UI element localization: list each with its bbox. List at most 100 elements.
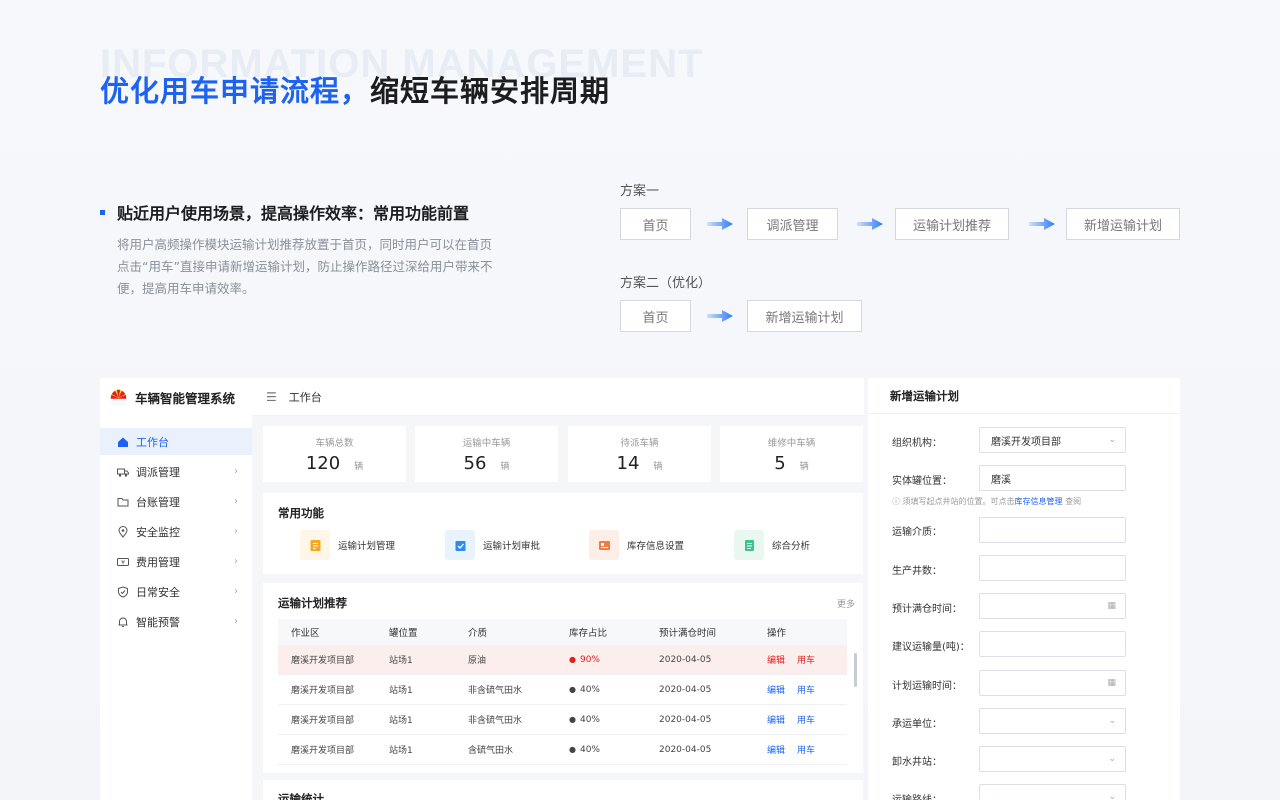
app-logo[interactable]: 车辆智能管理系统 — [100, 378, 252, 416]
edit-link[interactable]: 编辑 — [767, 686, 785, 696]
transport-plan-recommend-card: 运输计划推荐 更多 作业区 罐位置 介质 库存占比 预计满仓时间 操作 磨溪开发… — [263, 583, 863, 773]
stat-label: 待派车辆 — [620, 438, 659, 449]
plan-one-label: 方案一 — [620, 184, 660, 199]
calendar-icon: ▦ — [1107, 601, 1116, 611]
stat-card-repair: 维修中车辆 5 辆 — [720, 426, 863, 482]
plan-two-label: 方案二（优化） — [620, 276, 712, 291]
card-title: 运输计划推荐 — [278, 596, 347, 610]
card-title: 常用功能 — [278, 506, 324, 520]
chevron-down-icon: ⌄ — [1108, 716, 1116, 726]
plan-time-date-picker[interactable]: ▦ — [979, 670, 1126, 696]
column-header: 库存占比 — [569, 628, 608, 639]
org-select[interactable]: 磨溪开发项目部 ⌄ — [979, 427, 1126, 453]
use-vehicle-link[interactable]: 用车 — [797, 686, 815, 696]
field-label: 组织机构： — [892, 438, 942, 449]
sidebar-item-workbench[interactable]: 工作台 — [100, 428, 252, 455]
bell-icon — [118, 617, 128, 627]
flow-step-home: 首页 — [620, 208, 691, 240]
menu-icon[interactable]: ☰ — [266, 390, 277, 404]
cell-time: 2020-04-05 — [659, 744, 712, 755]
bullet-marker — [100, 209, 105, 215]
money-icon: ¥ — [117, 557, 129, 566]
truck-icon — [117, 468, 129, 477]
cell-percent: 40% — [579, 684, 600, 695]
chevron-right-icon: › — [234, 526, 238, 537]
stat-value: 14 — [616, 453, 640, 474]
status-dot-icon: ● — [569, 684, 576, 694]
table-row: 磨溪开发项目部 站场1 非含硫气田水 ● 40% 2020-04-05 编辑 用车 — [278, 705, 847, 735]
full-time-date-picker[interactable]: ▦ — [979, 593, 1126, 619]
cell-percent: 40% — [579, 714, 600, 725]
app-name: 车辆智能管理系统 — [135, 390, 236, 406]
column-header: 介质 — [468, 628, 488, 639]
sidebar-item-safety-monitor[interactable]: 安全监控 › — [100, 518, 252, 545]
function-transport-plan-approve[interactable]: 运输计划审批 — [445, 530, 540, 560]
unload-station-select[interactable]: ⌄ — [979, 746, 1126, 772]
status-dot-icon: ● — [569, 654, 576, 664]
column-header: 作业区 — [291, 628, 320, 639]
sidebar-item-label: 工作台 — [136, 435, 169, 449]
sidebar-item-daily-safety[interactable]: 日常安全 › — [100, 578, 252, 605]
chevron-right-icon: › — [234, 556, 238, 567]
shield-icon — [118, 585, 128, 598]
flow-arrow-icon — [707, 218, 733, 230]
function-label: 综合分析 — [772, 541, 811, 552]
function-label: 运输计划管理 — [338, 541, 396, 552]
cell-area: 磨溪开发项目部 — [291, 716, 355, 726]
function-label: 库存信息设置 — [627, 541, 685, 552]
logo-icon — [110, 389, 127, 405]
medium-input[interactable] — [979, 517, 1126, 543]
cell-time: 2020-04-05 — [659, 714, 712, 725]
carrier-select[interactable]: ⌄ — [979, 708, 1126, 734]
tank-location-input[interactable]: 磨溪 — [979, 465, 1126, 491]
status-dot-icon: ● — [569, 744, 576, 754]
function-analysis[interactable]: 综合分析 — [734, 530, 810, 560]
column-header: 罐位置 — [389, 628, 418, 639]
cell-medium: 非含硫气田水 — [468, 716, 523, 726]
cell-position: 站场1 — [389, 686, 413, 696]
field-label: 生产井数： — [892, 566, 942, 577]
more-link[interactable]: 更多 — [837, 597, 855, 610]
use-vehicle-link[interactable]: 用车 — [797, 656, 815, 666]
top-bar: ☰ 工作台 — [252, 378, 864, 416]
cell-time: 2020-04-05 — [659, 684, 712, 695]
stat-value: 120 — [305, 453, 341, 474]
use-vehicle-link[interactable]: 用车 — [797, 746, 815, 756]
sidebar-item-expense[interactable]: ¥ 费用管理 › — [100, 548, 252, 575]
chevron-right-icon: › — [234, 616, 238, 627]
edit-link[interactable]: 编辑 — [767, 656, 785, 666]
function-transport-plan-manage[interactable]: 运输计划管理 — [300, 530, 395, 560]
chevron-down-icon: ⌄ — [1108, 435, 1116, 445]
sidebar-item-label: 智能预警 — [136, 615, 180, 629]
analysis-icon — [734, 530, 764, 560]
well-count-input[interactable] — [979, 555, 1126, 581]
edit-link[interactable]: 编辑 — [767, 746, 785, 756]
suggested-volume-input[interactable] — [979, 631, 1126, 657]
use-vehicle-link[interactable]: 用车 — [797, 716, 815, 726]
inventory-icon — [589, 530, 619, 560]
function-inventory-settings[interactable]: 库存信息设置 — [589, 530, 684, 560]
folder-icon — [117, 497, 129, 506]
sidebar-item-ledger[interactable]: 台账管理 › — [100, 488, 252, 515]
sidebar-item-dispatch[interactable]: 调派管理 › — [100, 458, 252, 485]
inventory-link[interactable]: 库存信息管理 — [1015, 497, 1063, 506]
stat-card-in-transit: 运输中车辆 56 辆 — [415, 426, 558, 482]
function-label: 运输计划审批 — [483, 541, 541, 552]
flow-arrow-icon — [1029, 218, 1055, 230]
chevron-down-icon: ⌄ — [1108, 754, 1116, 764]
column-header: 操作 — [767, 628, 787, 639]
panel-title: 新增运输计划 — [868, 378, 1180, 414]
field-label: 预计满仓时间： — [892, 604, 962, 615]
route-select[interactable]: ⌄ — [979, 784, 1126, 800]
sidebar-item-warning[interactable]: 智能预警 › — [100, 608, 252, 635]
approve-icon — [445, 530, 475, 560]
common-functions-card: 常用功能 运输计划管理 运输计划审批 库存信息设置 综合分析 — [263, 493, 863, 574]
breadcrumb: 工作台 — [288, 390, 322, 404]
cell-area: 磨溪开发项目部 — [291, 746, 355, 756]
sidebar-item-label: 费用管理 — [136, 555, 180, 569]
stat-label: 车辆总数 — [315, 438, 354, 449]
table-scrollbar[interactable] — [854, 653, 857, 687]
point-description: 将用户高频操作模块运输计划推荐放置于首页，同时用户可以在首页点击“用车”直接申请… — [117, 237, 493, 296]
cell-position: 站场1 — [389, 656, 413, 666]
edit-link[interactable]: 编辑 — [767, 716, 785, 726]
